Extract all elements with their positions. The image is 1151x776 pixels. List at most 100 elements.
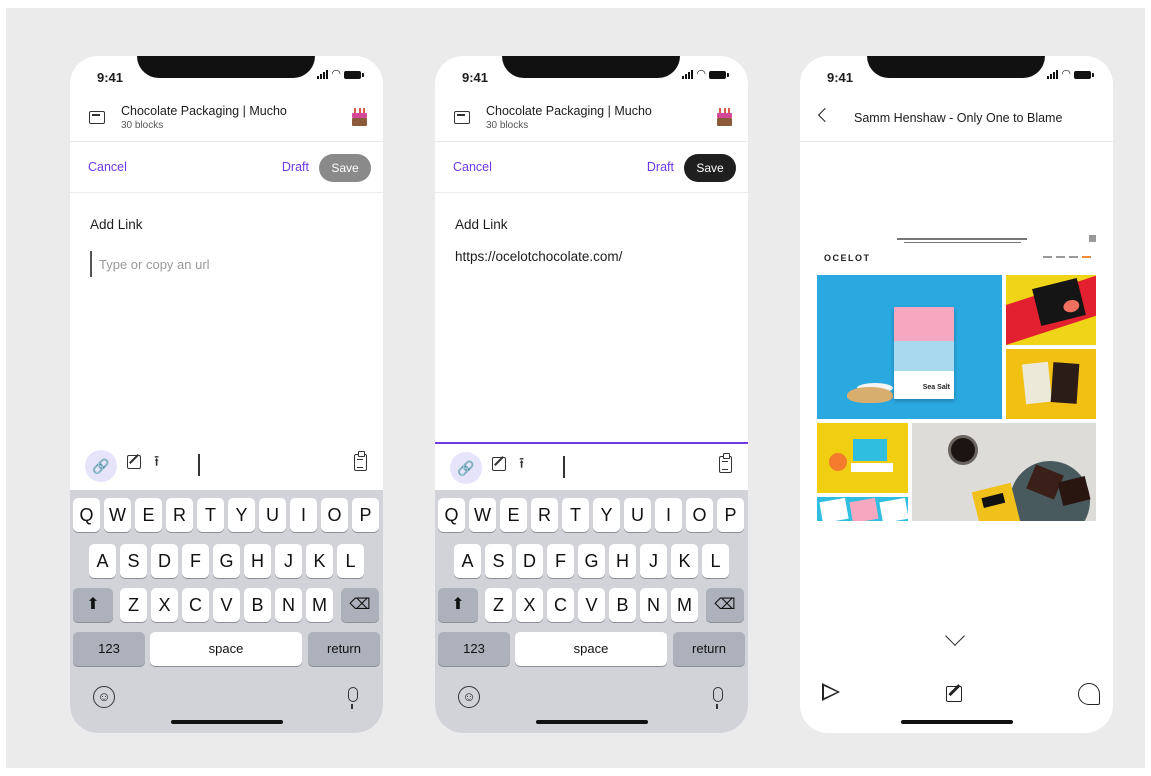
- key[interactable]: Q: [73, 498, 100, 532]
- cake-icon[interactable]: [352, 108, 367, 126]
- key[interactable]: P: [717, 498, 744, 532]
- key[interactable]: S: [120, 544, 147, 578]
- numbers-key[interactable]: 123: [73, 632, 145, 666]
- channel-title: Chocolate Packaging | Mucho: [486, 104, 652, 118]
- key[interactable]: O: [321, 498, 348, 532]
- notch: [867, 56, 1045, 78]
- backspace-key[interactable]: ⌫: [706, 588, 744, 622]
- clipboard-icon[interactable]: [719, 453, 732, 473]
- key[interactable]: F: [547, 544, 574, 578]
- draft-button[interactable]: Draft: [647, 160, 674, 174]
- key[interactable]: I: [290, 498, 317, 532]
- backspace-key[interactable]: ⌫: [341, 588, 379, 622]
- space-key[interactable]: space: [150, 632, 302, 666]
- microphone-icon[interactable]: [713, 687, 723, 709]
- key[interactable]: N: [640, 588, 667, 622]
- emoji-icon[interactable]: ☺: [93, 686, 115, 708]
- key[interactable]: O: [686, 498, 713, 532]
- key[interactable]: M: [671, 588, 698, 622]
- return-key[interactable]: return: [308, 632, 380, 666]
- add-link-label: Add Link: [90, 217, 143, 232]
- key[interactable]: V: [213, 588, 240, 622]
- key[interactable]: F: [182, 544, 209, 578]
- key[interactable]: Z: [485, 588, 512, 622]
- key[interactable]: Y: [593, 498, 620, 532]
- save-button[interactable]: Save: [319, 154, 371, 182]
- emoji-icon[interactable]: ☺: [458, 686, 480, 708]
- numbers-key[interactable]: 123: [438, 632, 510, 666]
- key[interactable]: Z: [120, 588, 147, 622]
- channel-icon: [89, 111, 105, 124]
- key[interactable]: W: [104, 498, 131, 532]
- website-preview-image[interactable]: OCELOT Sea Salt: [817, 233, 1097, 523]
- key[interactable]: A: [454, 544, 481, 578]
- key[interactable]: U: [259, 498, 286, 532]
- wifi-icon: ◠: [1061, 68, 1071, 80]
- key[interactable]: J: [275, 544, 302, 578]
- key[interactable]: K: [306, 544, 333, 578]
- key[interactable]: G: [213, 544, 240, 578]
- key[interactable]: L: [337, 544, 364, 578]
- key[interactable]: M: [306, 588, 333, 622]
- return-key[interactable]: return: [673, 632, 745, 666]
- edit-icon[interactable]: [492, 457, 506, 471]
- key[interactable]: K: [671, 544, 698, 578]
- key[interactable]: U: [624, 498, 651, 532]
- cancel-button[interactable]: Cancel: [88, 160, 127, 174]
- key[interactable]: E: [500, 498, 527, 532]
- send-icon[interactable]: [822, 683, 840, 701]
- space-key[interactable]: space: [515, 632, 667, 666]
- key[interactable]: T: [197, 498, 224, 532]
- clipboard-icon[interactable]: [354, 451, 367, 471]
- comment-icon[interactable]: [1078, 683, 1100, 705]
- key[interactable]: Q: [438, 498, 465, 532]
- key[interactable]: B: [244, 588, 271, 622]
- upload-icon[interactable]: ⭱: [154, 451, 159, 476]
- key[interactable]: R: [531, 498, 558, 532]
- link-icon[interactable]: 🔗: [450, 452, 482, 484]
- shift-key[interactable]: ⬆: [73, 588, 113, 622]
- key[interactable]: H: [244, 544, 271, 578]
- cancel-button[interactable]: Cancel: [453, 160, 492, 174]
- key[interactable]: D: [151, 544, 178, 578]
- save-button[interactable]: Save: [684, 154, 736, 182]
- edit-icon[interactable]: [946, 686, 962, 702]
- key[interactable]: A: [89, 544, 116, 578]
- microphone-icon[interactable]: [348, 687, 358, 709]
- key[interactable]: D: [516, 544, 543, 578]
- key-row-4: 123 space return: [70, 632, 383, 666]
- key[interactable]: L: [702, 544, 729, 578]
- key[interactable]: P: [352, 498, 379, 532]
- upload-icon[interactable]: ⭱: [519, 453, 524, 478]
- key[interactable]: V: [578, 588, 605, 622]
- home-indicator: [901, 720, 1013, 724]
- key[interactable]: X: [516, 588, 543, 622]
- editor-toolbar: 🔗 ⭱: [70, 442, 383, 490]
- key[interactable]: C: [547, 588, 574, 622]
- key[interactable]: X: [151, 588, 178, 622]
- key[interactable]: E: [135, 498, 162, 532]
- key[interactable]: W: [469, 498, 496, 532]
- key[interactable]: S: [485, 544, 512, 578]
- url-input[interactable]: https://ocelotchocolate.com/: [455, 249, 622, 264]
- key[interactable]: T: [562, 498, 589, 532]
- key[interactable]: G: [578, 544, 605, 578]
- shift-key[interactable]: ⬆: [438, 588, 478, 622]
- key[interactable]: N: [275, 588, 302, 622]
- url-input[interactable]: Type or copy an url: [99, 257, 210, 272]
- cake-icon[interactable]: [717, 108, 732, 126]
- key[interactable]: R: [166, 498, 193, 532]
- link-icon[interactable]: 🔗: [85, 450, 117, 482]
- key[interactable]: Y: [228, 498, 255, 532]
- key[interactable]: J: [640, 544, 667, 578]
- keyboard: Q W E R T Y U I O P A S D F G H J K L ⬆ …: [70, 490, 383, 733]
- chevron-down-icon[interactable]: [945, 626, 965, 646]
- action-bar: Cancel Draft Save: [70, 143, 383, 193]
- key[interactable]: C: [182, 588, 209, 622]
- key[interactable]: B: [609, 588, 636, 622]
- draft-button[interactable]: Draft: [282, 160, 309, 174]
- edit-icon[interactable]: [127, 455, 141, 469]
- key[interactable]: I: [655, 498, 682, 532]
- key[interactable]: H: [609, 544, 636, 578]
- channel-header: Chocolate Packaging | Mucho 30 blocks: [70, 96, 383, 142]
